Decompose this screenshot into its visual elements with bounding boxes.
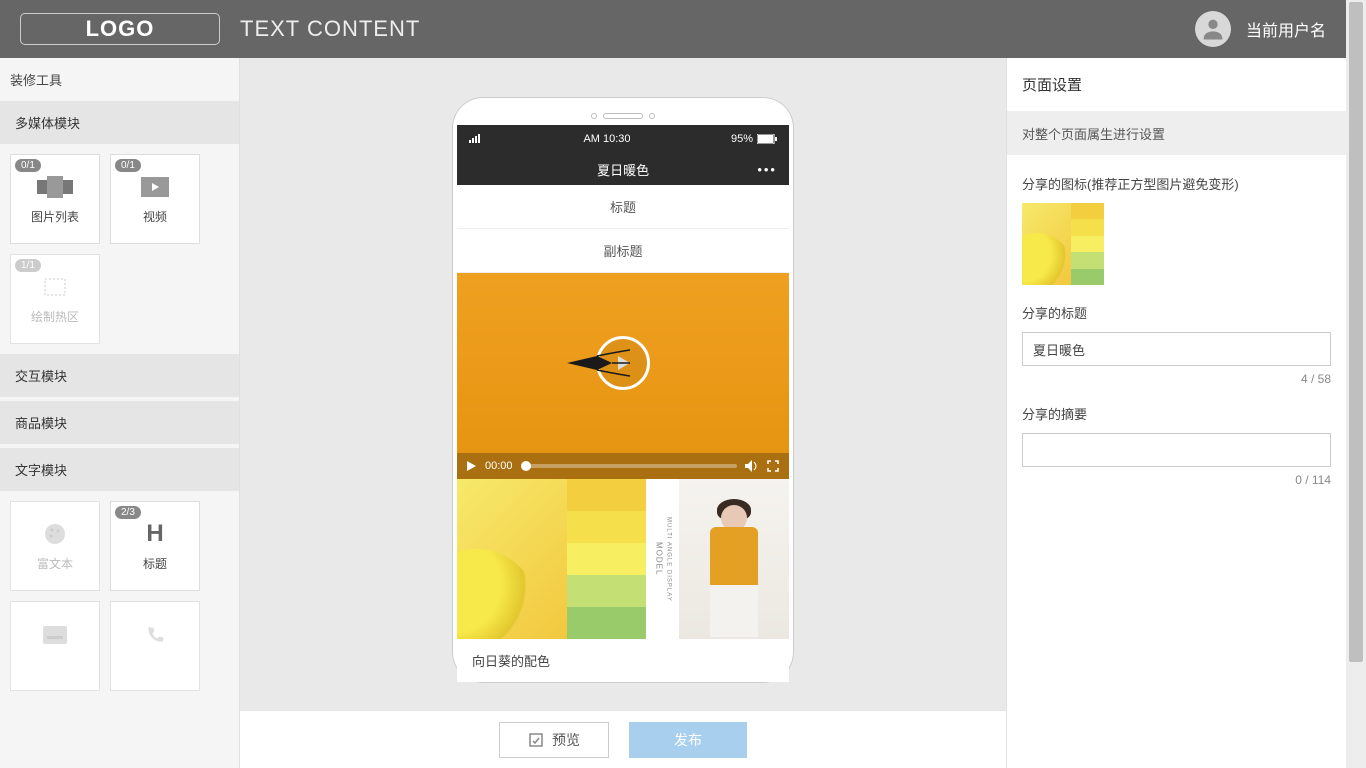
scrollbar-thumb[interactable] — [1349, 2, 1363, 662]
publish-button[interactable]: 发布 — [629, 722, 747, 758]
hotzone-icon — [35, 274, 75, 300]
app-title-bar: 夏日暖色 ••• — [457, 153, 789, 185]
tool-extra-1[interactable]: x — [10, 601, 100, 691]
badge: 1/1 — [15, 259, 41, 272]
tool-title[interactable]: 2/3 H 标题 — [110, 501, 200, 591]
volume-icon[interactable] — [745, 460, 759, 472]
card-icon — [35, 622, 75, 648]
tool-hotzone[interactable]: 1/1 绘制热区 — [10, 254, 100, 344]
tool-extra-2[interactable]: x — [110, 601, 200, 691]
footer-bar: 预览 发布 — [240, 710, 1006, 768]
left-panel-title: 装修工具 — [0, 58, 239, 101]
phone-preview: AM 10:30 95% 夏日暖色 ••• 标题 副标题 00:00 — [453, 98, 793, 682]
share-title-input[interactable] — [1022, 332, 1331, 366]
canvas: AM 10:30 95% 夏日暖色 ••• 标题 副标题 00:00 — [240, 58, 1006, 768]
left-panel: 装修工具 多媒体模块 0/1 图片列表 0/1 视频 1/1 绘制热区 交互模块… — [0, 58, 240, 768]
topbar: LOGO TEXT CONTENT 当前用户名 — [0, 0, 1346, 58]
current-user-label: 当前用户名 — [1246, 17, 1326, 41]
palette-icon — [35, 521, 75, 547]
right-panel: 页面设置 对整个页面属生进行设置 分享的图标(推荐正方型图片避免变形) 分享的标… — [1006, 58, 1346, 768]
header-text: TEXT CONTENT — [240, 16, 420, 42]
main-scrollbar[interactable] — [1346, 0, 1366, 768]
progress-bar[interactable] — [521, 464, 737, 468]
share-summary-input[interactable] — [1022, 433, 1331, 467]
section-multimedia[interactable]: 多媒体模块 — [0, 101, 239, 144]
section-text[interactable]: 文字模块 — [0, 448, 239, 491]
swatch-column — [567, 479, 647, 639]
badge: 0/1 — [115, 159, 141, 172]
image-caption: 向日葵的配色 — [457, 639, 789, 682]
section-goods[interactable]: 商品模块 — [0, 401, 239, 444]
status-bar: AM 10:30 95% — [457, 125, 789, 153]
content-subtitle[interactable]: 副标题 — [457, 229, 789, 273]
user-box[interactable]: 当前用户名 — [1195, 11, 1326, 47]
tool-image-list[interactable]: 0/1 图片列表 — [10, 154, 100, 244]
video-icon — [135, 174, 175, 200]
preview-icon — [528, 732, 544, 748]
image-row[interactable]: MODELMULTI ANGLE DISPLAY — [457, 479, 789, 639]
badge: 0/1 — [15, 159, 41, 172]
right-panel-title: 页面设置 — [1007, 58, 1346, 112]
image-list-icon — [35, 174, 75, 200]
video-controls[interactable]: 00:00 — [457, 453, 789, 479]
avatar-icon — [1195, 11, 1231, 47]
phone-notch — [453, 113, 793, 119]
tool-richtext[interactable]: 富文本 — [10, 501, 100, 591]
share-icon-thumb[interactable] — [1022, 203, 1104, 285]
fullscreen-icon[interactable] — [767, 460, 779, 472]
share-title-label: 分享的标题 — [1022, 303, 1331, 322]
badge: 2/3 — [115, 506, 141, 519]
phone-icon — [135, 622, 175, 648]
share-icon-label: 分享的图标(推荐正方型图片避免变形) — [1022, 174, 1331, 193]
heading-icon: H — [135, 521, 175, 547]
content-title[interactable]: 标题 — [457, 185, 789, 229]
section-interact[interactable]: 交互模块 — [0, 354, 239, 397]
summary-counter: 0 / 114 — [1022, 473, 1331, 487]
status-time: AM 10:30 — [583, 133, 630, 145]
right-panel-sub: 对整个页面属生进行设置 — [1007, 112, 1346, 155]
video-block[interactable] — [457, 273, 789, 453]
play-small-icon[interactable] — [467, 461, 477, 471]
swallow-graphic — [562, 348, 632, 378]
battery-icon — [757, 134, 777, 144]
logo: LOGO — [20, 13, 220, 45]
preview-button[interactable]: 预览 — [499, 722, 609, 758]
tool-video[interactable]: 0/1 视频 — [110, 154, 200, 244]
title-counter: 4 / 58 — [1022, 372, 1331, 386]
more-icon[interactable]: ••• — [757, 162, 777, 177]
signal-icon — [469, 133, 483, 146]
page-title: 夏日暖色 — [597, 160, 649, 179]
share-summary-label: 分享的摘要 — [1022, 404, 1331, 423]
